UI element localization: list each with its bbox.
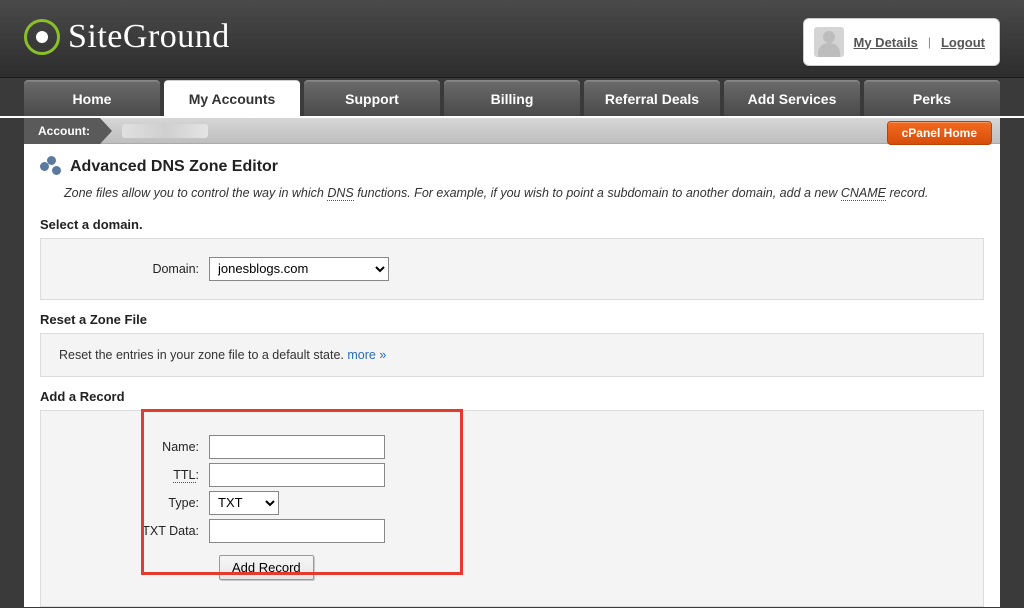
my-details-link[interactable]: My Details xyxy=(854,35,918,50)
add-record-button[interactable]: Add Record xyxy=(219,555,314,580)
dns-icon xyxy=(40,156,62,178)
tab-my-accounts-label: My Accounts xyxy=(189,91,276,107)
user-box: My Details | Logout xyxy=(803,18,1000,66)
tab-add-services-label: Add Services xyxy=(748,91,837,107)
txt-data-row: TXT Data: xyxy=(59,519,965,543)
user-sep: | xyxy=(928,35,931,49)
tab-support-label: Support xyxy=(345,91,399,107)
name-input[interactable] xyxy=(209,435,385,459)
cpanel-home-label: cPanel Home xyxy=(902,126,977,140)
page: Account: cPanel Home Advanced DNS Zone E… xyxy=(24,118,1000,607)
account-name-redacted xyxy=(122,124,208,138)
account-ribbon: Account: cPanel Home xyxy=(24,118,1000,144)
reset-zone-text: Reset the entries in your zone file to a… xyxy=(59,348,386,362)
tab-referral-deals[interactable]: Referral Deals xyxy=(584,80,720,116)
domain-label: Domain: xyxy=(59,262,209,276)
brand-text: SiteGround xyxy=(68,18,230,56)
content: Advanced DNS Zone Editor Zone files allo… xyxy=(24,144,1000,607)
ttl-suffix: : xyxy=(196,468,199,482)
tab-add-services[interactable]: Add Services xyxy=(724,80,860,116)
ttl-label: TTL: xyxy=(59,468,209,482)
reset-zone-text-inner: Reset the entries in your zone file to a… xyxy=(59,348,347,362)
ttl-input[interactable] xyxy=(209,463,385,487)
tab-support[interactable]: Support xyxy=(304,80,440,116)
account-label: Account: xyxy=(24,118,100,144)
page-title-row: Advanced DNS Zone Editor xyxy=(40,156,984,178)
reset-zone-more-link[interactable]: more » xyxy=(347,348,386,362)
type-select[interactable]: TXT xyxy=(209,491,279,515)
avatar xyxy=(814,27,844,57)
main-tabs: Home My Accounts Support Billing Referra… xyxy=(0,78,1024,118)
ttl-abbr: TTL xyxy=(173,468,195,483)
name-row: Name: xyxy=(59,435,965,459)
tab-perks-label: Perks xyxy=(913,91,951,107)
tab-referral-label: Referral Deals xyxy=(605,91,699,107)
intro-dns-abbr: DNS xyxy=(327,186,353,201)
intro-mid: functions. For example, if you wish to p… xyxy=(354,186,841,200)
domain-select[interactable]: jonesblogs.com xyxy=(209,257,389,281)
select-domain-panel: Domain: jonesblogs.com xyxy=(40,238,984,300)
tab-home-label: Home xyxy=(73,91,112,107)
txt-data-label: TXT Data: xyxy=(59,524,209,538)
brand-swirl-icon xyxy=(24,19,60,55)
name-label: Name: xyxy=(59,440,209,454)
reset-zone-panel: Reset the entries in your zone file to a… xyxy=(40,333,984,377)
intro-text: Zone files allow you to control the way … xyxy=(64,184,984,203)
select-domain-heading: Select a domain. xyxy=(40,217,984,232)
type-label: Type: xyxy=(59,496,209,510)
reset-zone-heading: Reset a Zone File xyxy=(40,312,984,327)
txt-data-input[interactable] xyxy=(209,519,385,543)
ttl-row: TTL: xyxy=(59,463,965,487)
intro-pre: Zone files allow you to control the way … xyxy=(64,186,327,200)
top-bar: SiteGround My Details | Logout xyxy=(0,0,1024,78)
logout-link[interactable]: Logout xyxy=(941,35,985,50)
intro-post: record. xyxy=(886,186,928,200)
tab-my-accounts[interactable]: My Accounts xyxy=(164,80,300,116)
add-record-heading: Add a Record xyxy=(40,389,984,404)
tab-billing[interactable]: Billing xyxy=(444,80,580,116)
tab-billing-label: Billing xyxy=(491,91,534,107)
brand-logo: SiteGround xyxy=(24,18,230,56)
domain-row: Domain: jonesblogs.com xyxy=(59,257,965,281)
cpanel-home-button[interactable]: cPanel Home xyxy=(887,121,992,145)
type-row: Type: TXT xyxy=(59,491,965,515)
tab-perks[interactable]: Perks xyxy=(864,80,1000,116)
page-title: Advanced DNS Zone Editor xyxy=(70,158,278,176)
tab-home[interactable]: Home xyxy=(24,80,160,116)
intro-cname-abbr: CNAME xyxy=(841,186,886,201)
add-record-panel: Name: TTL: Type: TXT TXT Data: Add Recor… xyxy=(40,410,984,607)
add-record-button-label: Add Record xyxy=(232,560,301,575)
